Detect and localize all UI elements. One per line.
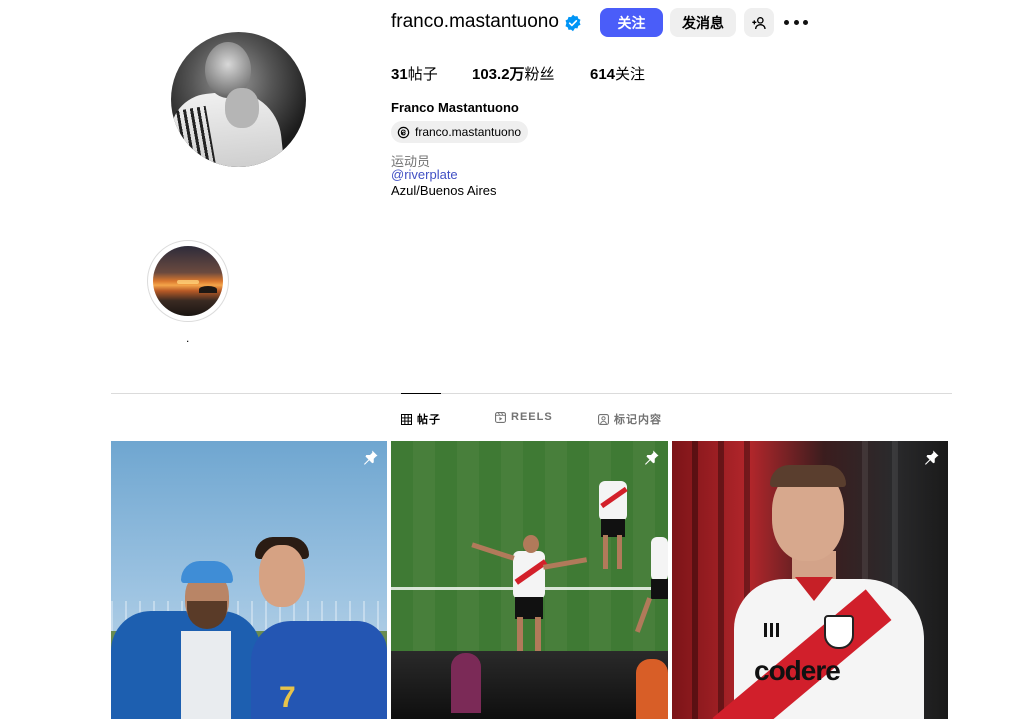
pin-icon xyxy=(925,450,939,465)
reels-icon xyxy=(495,411,506,423)
bio-location: Azul/Buenos Aires xyxy=(391,183,497,198)
threads-icon xyxy=(397,126,410,138)
post-tile-1[interactable]: 7 xyxy=(111,441,387,719)
highlight-cover xyxy=(153,246,223,316)
threads-handle: franco.mastantuono xyxy=(415,125,522,139)
follow-button[interactable]: 关注 xyxy=(600,8,663,37)
threads-link[interactable]: franco.mastantuono xyxy=(391,121,529,143)
story-highlight[interactable] xyxy=(147,240,229,322)
pin-icon xyxy=(645,450,659,465)
tabs-divider xyxy=(111,393,952,394)
tab-posts[interactable]: 帖子 xyxy=(401,411,441,427)
posts-count[interactable]: 31帖子 xyxy=(391,63,438,84)
tab-tagged[interactable]: 标记内容 xyxy=(598,411,662,427)
active-tab-indicator xyxy=(401,393,441,394)
verified-badge-icon xyxy=(565,14,581,32)
followers-count[interactable]: 103.2万粉丝 xyxy=(472,63,555,84)
post-tile-2[interactable] xyxy=(391,441,668,719)
tab-reels[interactable]: REELS xyxy=(495,411,553,423)
profile-avatar[interactable] xyxy=(171,32,306,167)
profile-full-name: Franco Mastantuono xyxy=(391,100,519,115)
add-user-icon xyxy=(752,16,766,29)
following-count[interactable]: 614关注 xyxy=(590,63,645,84)
bio-mention-link[interactable]: @riverplate xyxy=(391,167,458,182)
sponsor-logo: codere xyxy=(754,655,841,686)
more-options-icon[interactable] xyxy=(784,11,808,33)
club-crest xyxy=(824,615,854,649)
pin-icon xyxy=(364,450,378,465)
grid-icon xyxy=(401,413,412,425)
highlight-label: . xyxy=(186,331,190,345)
profile-username: franco.mastantuono xyxy=(391,11,559,32)
message-button[interactable]: 发消息 xyxy=(670,8,736,37)
suggested-accounts-button[interactable] xyxy=(744,8,774,37)
post-tile-3[interactable]: codere xyxy=(672,441,948,719)
tagged-icon xyxy=(598,413,609,425)
jersey-number: 7 xyxy=(279,681,296,714)
